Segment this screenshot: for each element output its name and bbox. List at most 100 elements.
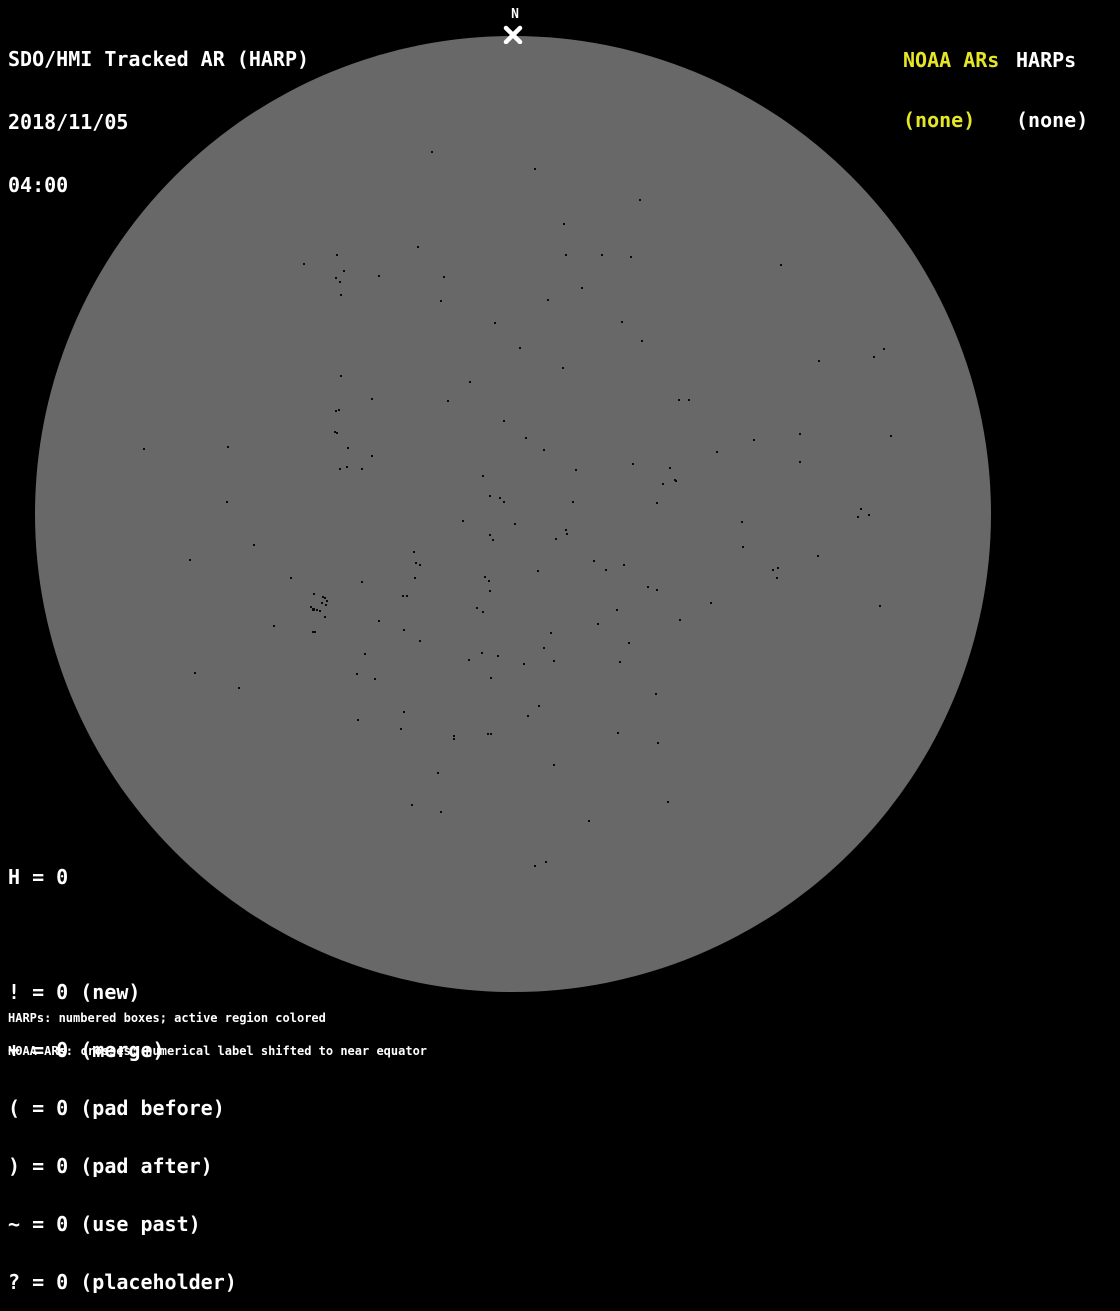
sunspot-speckle [335,277,337,279]
sunspot-speckle [143,448,145,450]
sunspot-speckle [525,437,527,439]
sunspot-speckle [547,299,549,301]
sunspot-speckle [799,461,801,463]
sunspot-speckle [290,577,292,579]
sunspot-speckle [641,340,643,342]
sunspot-speckle [563,223,565,225]
sunspot-speckle [481,652,483,654]
sunspot-speckle [628,642,630,644]
sunspot-speckle [311,607,315,611]
footer-caption: HARPs: numbered boxes; active region col… [8,991,427,1068]
sunspot-speckle [347,447,349,449]
sunspot-speckle [488,580,490,582]
sunspot-speckle [357,719,359,721]
sunspot-speckle [378,620,380,622]
sunspot-speckle [543,647,545,649]
sunspot-speckle [453,738,455,740]
sunspot-speckle [621,321,623,323]
sunspot-speckle [623,564,625,566]
sunspot-speckle [656,502,658,504]
sunspot-speckle [572,501,574,503]
sunspot-speckle [657,742,659,744]
sunspot-speckle [667,801,669,803]
sunspot-speckle [799,433,801,435]
legend-item-pad-after: ) = 0 (pad after) [8,1154,213,1179]
sunspot-speckle [647,586,649,588]
observation-date: 2018/11/05 [8,110,129,134]
sunspot-speckle [655,693,657,695]
sunspot-speckle [581,287,583,289]
sunspot-speckle [883,348,885,350]
harps-status: HARPs (none) [1016,10,1088,150]
sunspot-speckle [503,420,505,422]
sunspot-speckle [440,300,442,302]
sunspot-speckle [487,733,489,735]
sunspot-speckle [356,673,358,675]
sunspot-speckle [431,151,433,153]
sunspot-speckle [313,593,315,595]
sunspot-speckle [514,523,516,525]
sunspot-speckle [555,538,557,540]
sunspot-speckle [419,640,421,642]
sunspot-speckle [553,764,555,766]
sunspot-speckle [593,560,595,562]
sunspot-speckle [678,399,680,401]
noaa-ars-value: (none) [903,108,976,132]
sunspot-speckle [616,609,618,611]
sunspot-speckle [469,381,471,383]
sunspot-speckle [489,534,491,536]
sunspot-speckle [588,820,590,822]
sunspot-speckle [617,732,619,734]
sunspot-speckle [499,497,501,499]
footer-line-noaa: NOAA ARs: crosses; numerical label shift… [8,1044,428,1058]
sunspot-speckle [534,865,536,867]
sunspot-speckle [406,595,408,597]
noaa-ars-status: NOAA ARs (none) [903,10,999,150]
legend-gap [8,925,237,944]
sunspot-speckle [679,619,681,621]
sunspot-speckle [447,400,449,402]
sunspot-speckle [550,632,552,634]
sunspot-speckle [346,466,348,468]
sunspot-speckle [675,480,677,482]
sunspot-speckle [189,559,191,561]
sunspot-speckle [669,467,671,469]
sunspot-speckle [468,659,470,661]
sunspot-speckle [336,432,338,434]
sunspot-speckle [562,367,564,369]
sunspot-speckle [316,609,318,611]
sunspot-speckle [776,577,778,579]
sunspot-speckle [565,254,567,256]
sunspot-speckle [325,604,327,606]
sunspot-speckle [340,294,342,296]
sunspot-speckle [710,602,712,604]
sunspot-speckle [371,455,373,457]
sunspot-speckle [340,375,342,377]
north-label: N [511,7,519,22]
sunspot-speckle [780,264,782,266]
sunspot-speckle [324,597,326,599]
sunspot-speckle [492,539,494,541]
sunspot-speckle [753,439,755,441]
sunspot-speckle [777,567,779,569]
sunspot-speckle [534,168,536,170]
sunspot-speckle [253,544,255,546]
sunspot-speckle [378,275,380,277]
sunspot-speckle [402,595,404,597]
legend-item-use-past: ~ = 0 (use past) [8,1211,201,1236]
sunspot-speckle [361,581,363,583]
sunspot-speckle [194,672,196,674]
sunspot-speckle [741,521,743,523]
sunspot-speckle [656,589,658,591]
sunspot-speckle [419,564,421,566]
sunspot-speckle [339,468,341,470]
noaa-ars-label: NOAA ARs [903,48,1000,72]
sunspot-speckle [476,607,478,609]
sunspot-speckle [857,516,859,518]
observation-time: 04:00 [8,173,69,197]
legend-harp-count: H = 0 [8,864,69,889]
sunspot-speckle [860,508,862,510]
sunspot-speckle [575,469,577,471]
page-title: SDO/HMI Tracked AR (HARP) [8,47,310,71]
sunspot-speckle [818,360,820,362]
